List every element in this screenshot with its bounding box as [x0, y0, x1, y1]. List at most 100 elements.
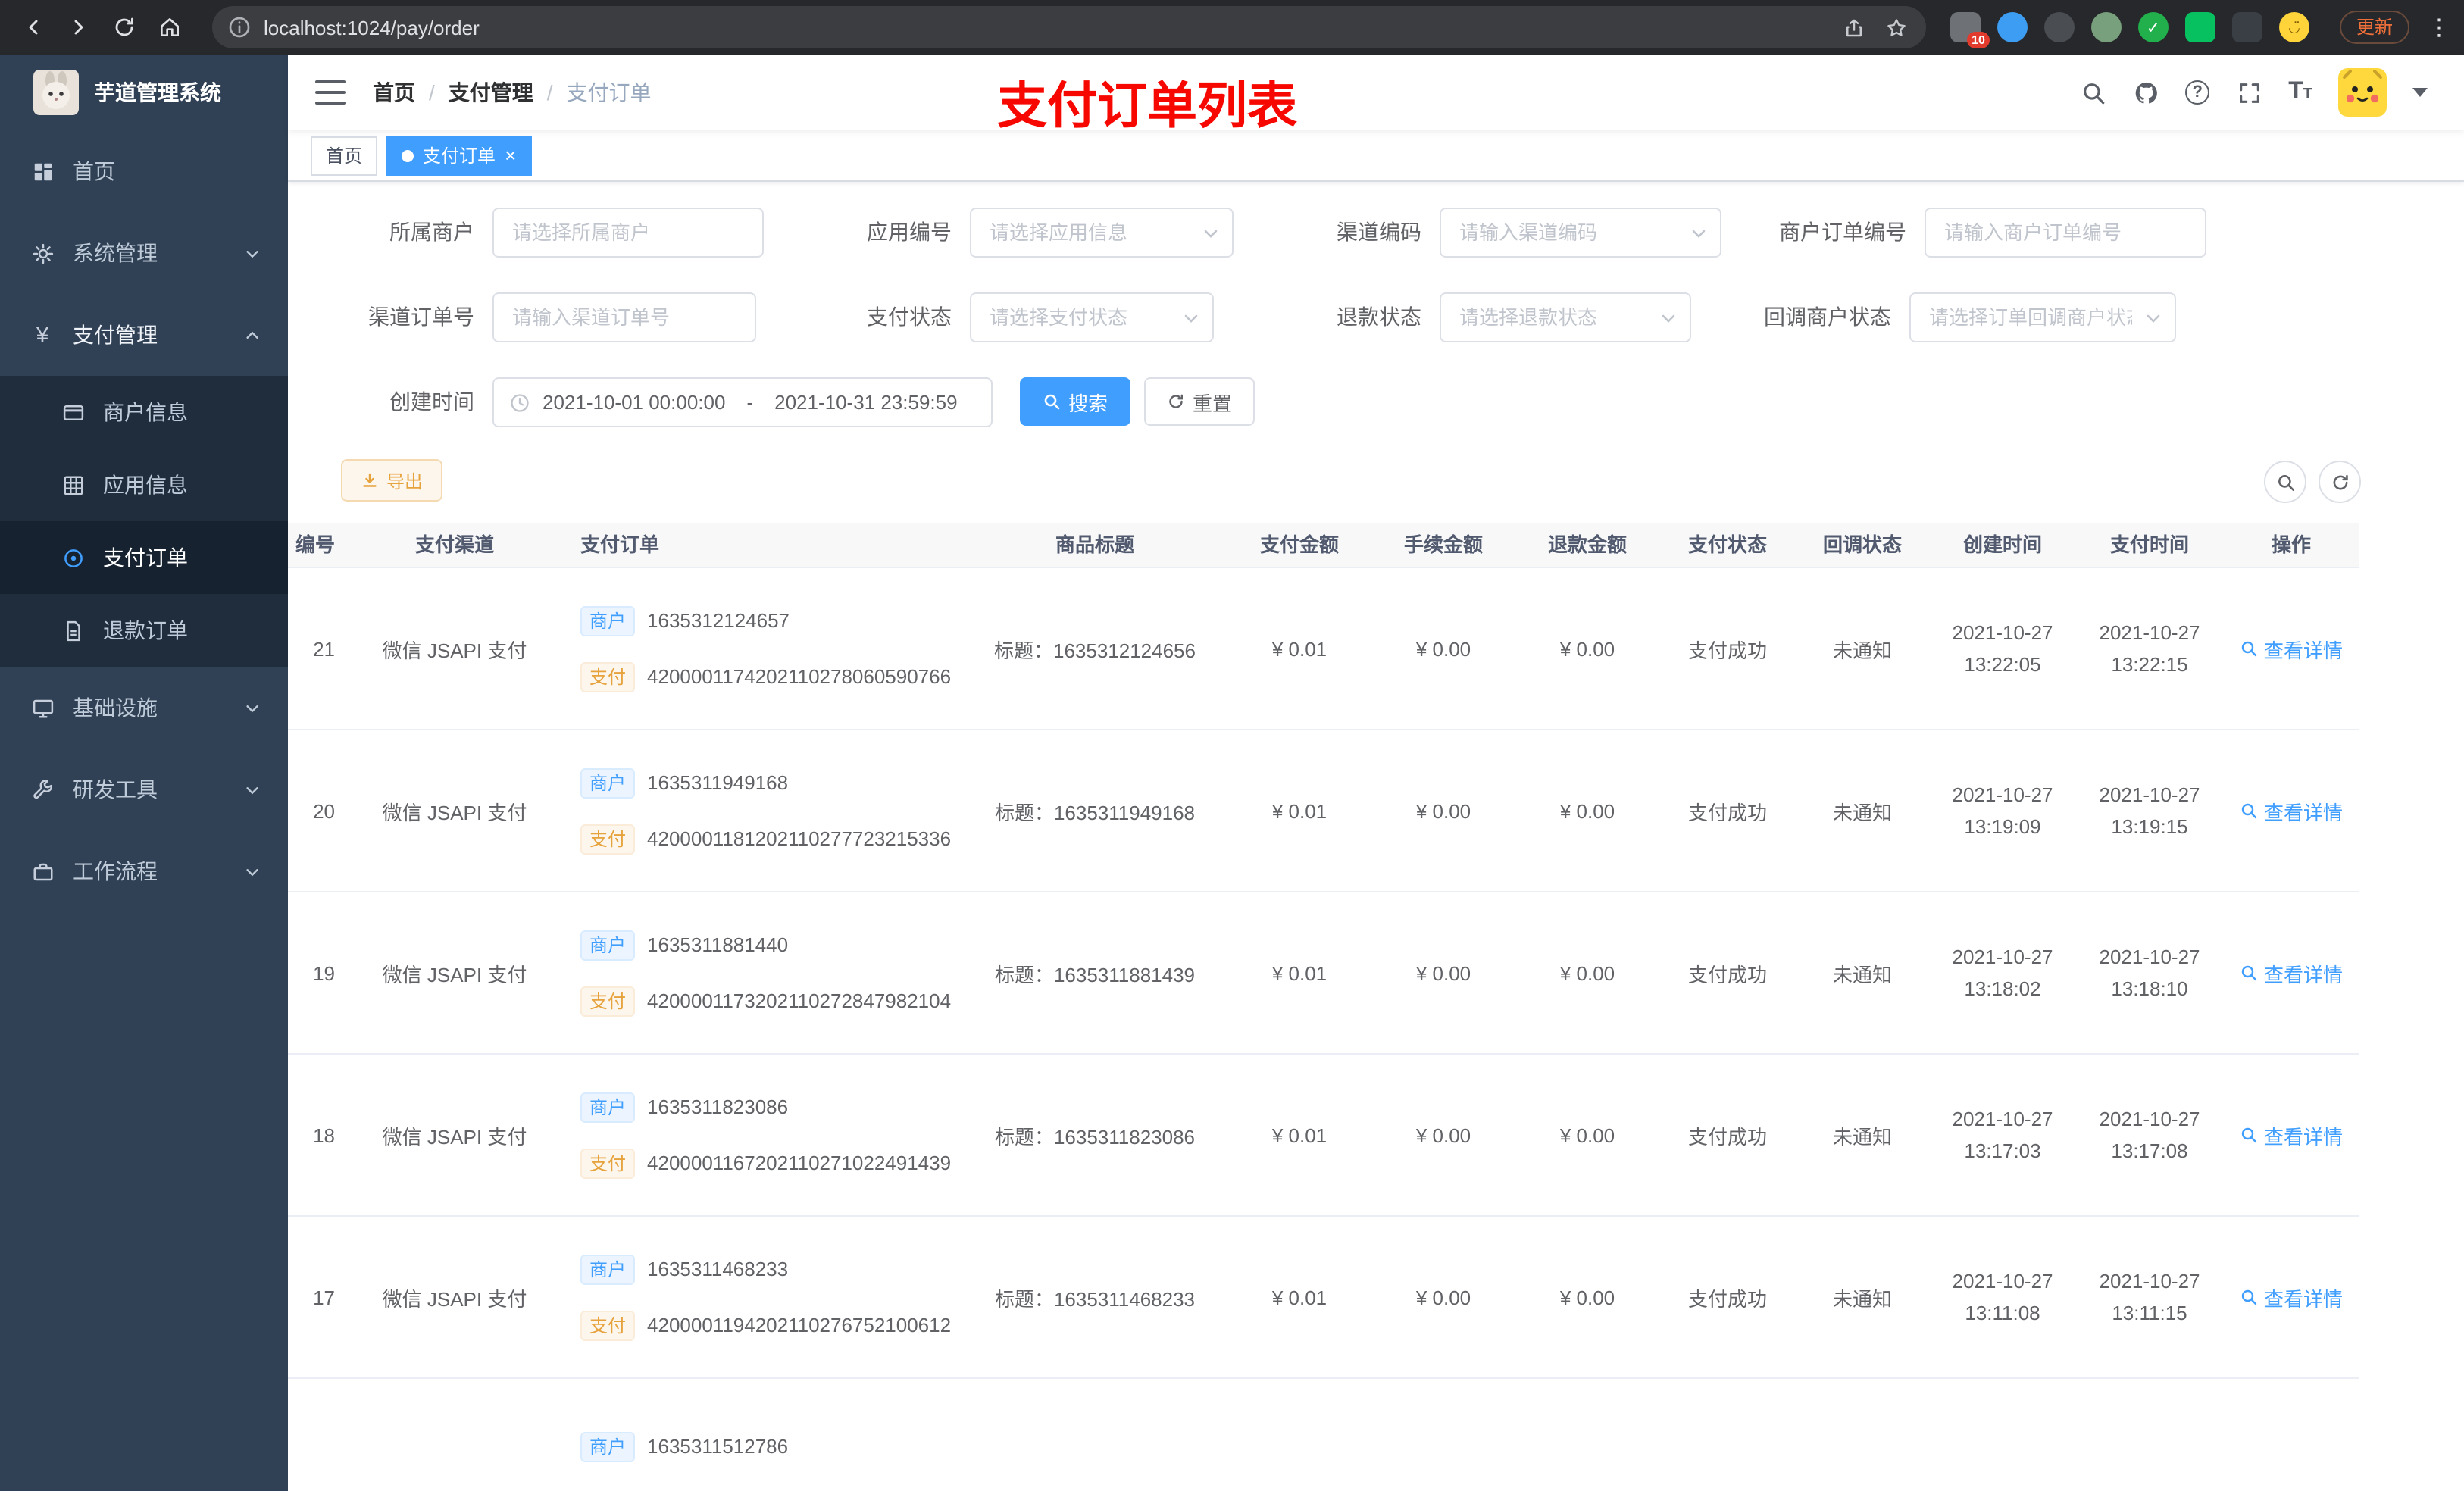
filter-label: 渠道编码 — [1337, 220, 1421, 244]
table-search-toggle-button[interactable] — [2264, 461, 2306, 503]
extension-icon-1[interactable]: 10 — [1950, 12, 1990, 48]
tab-home[interactable]: 首页 — [311, 136, 378, 175]
cell-pay-status: 支付成功 — [1687, 801, 1767, 824]
app-id-select[interactable] — [970, 208, 1234, 258]
tab-close-icon[interactable] — [505, 145, 516, 165]
extension-icon-4[interactable] — [2090, 12, 2122, 42]
refund-status-select-field[interactable] — [1440, 292, 1691, 342]
chevron-down-icon — [244, 781, 261, 798]
extension-icon-6[interactable] — [2184, 12, 2215, 42]
fullscreen-icon[interactable] — [2235, 79, 2262, 106]
cell-amount: ¥ 0.01 — [1271, 637, 1327, 660]
date-range-picker[interactable]: 2021-10-01 00:00:00 - 2021-10-31 23:59:5… — [492, 377, 993, 427]
search-icon[interactable] — [2079, 79, 2106, 106]
view-detail-link[interactable]: 查看详情 — [2240, 796, 2343, 825]
sidebar-item-infrastructure[interactable]: 基础设施 — [0, 667, 288, 749]
reset-button-label: 重置 — [1193, 392, 1233, 414]
cell-refund: ¥ 0.00 — [1559, 1286, 1615, 1308]
cell-title: 标题：1635312124656 — [994, 639, 1196, 661]
tab-pay-order[interactable]: 支付订单 — [386, 136, 532, 175]
pay-status-select-field[interactable] — [970, 292, 1214, 342]
table-row: 20 微信 JSAPI 支付 商户 1635311949168 支付 42000… — [288, 730, 2359, 892]
table-header-cell: 创建时间 — [1962, 533, 2042, 556]
cell-create-time: 2021-10-27 13:22:05 — [1952, 621, 2053, 676]
sidebar-item-pay-order[interactable]: 支付订单 — [0, 521, 288, 594]
cell-id: 21 — [313, 637, 335, 660]
share-icon[interactable] — [1841, 14, 1868, 41]
bookmark-star-icon[interactable] — [1884, 14, 1911, 41]
sidebar-item-payment[interactable]: ¥ 支付管理 — [0, 294, 288, 376]
export-button[interactable]: 导出 — [341, 459, 443, 502]
view-detail-link[interactable]: 查看详情 — [2240, 1121, 2343, 1149]
search-button[interactable]: 搜索 — [1020, 377, 1131, 426]
browser-update-button[interactable]: 更新 — [2339, 11, 2409, 44]
extensions-tray: 10 ✓ ◡̈ — [1950, 12, 2309, 48]
github-icon[interactable] — [2132, 79, 2159, 106]
cell-id: 20 — [313, 799, 335, 822]
cell-pay-order: 商户 1635311949168 支付 42000011812021102777… — [553, 767, 962, 854]
navbar-actions: ? TT — [2079, 68, 2428, 117]
extension-icon-5[interactable]: ✓ — [2137, 12, 2169, 42]
sidebar-item-refund-order[interactable]: 退款订单 — [0, 594, 288, 667]
app-id-select-field[interactable] — [970, 208, 1234, 258]
channel-order-no-field[interactable] — [492, 292, 756, 342]
extension-icon-8[interactable]: ◡̈ — [2278, 12, 2309, 42]
breadcrumb-pay-manage[interactable]: 支付管理 — [449, 77, 533, 108]
url-bar[interactable]: localhost:1024/pay/order — [212, 6, 1926, 48]
cell-notify-status: 未通知 — [1832, 801, 1892, 824]
merchant-input[interactable] — [492, 208, 764, 258]
view-detail-link[interactable]: 查看详情 — [2240, 958, 2343, 987]
extension-icon-7[interactable] — [2231, 12, 2262, 42]
browser-menu-icon[interactable]: ⋮ — [2428, 14, 2450, 41]
filter-notify-status: 回调商户状态 — [1728, 292, 2176, 342]
site-info-icon[interactable] — [227, 15, 252, 39]
filter-label: 渠道订单号 — [368, 305, 474, 329]
sidebar-logo[interactable]: 芋道管理系统 — [0, 55, 288, 130]
merchant-input-field[interactable] — [492, 208, 764, 258]
breadcrumb-home[interactable]: 首页 — [373, 77, 415, 108]
view-detail-link[interactable]: 查看详情 — [2240, 1283, 2343, 1311]
notify-status-select-field[interactable] — [1909, 292, 2176, 342]
channel-code-select-field[interactable] — [1440, 208, 1721, 258]
record-icon — [61, 545, 85, 570]
notify-status-select[interactable] — [1909, 292, 2176, 342]
extension-icon-2[interactable] — [1997, 12, 2028, 42]
sidebar-item-app-info[interactable]: 应用信息 — [0, 449, 288, 521]
sidebar: 芋道管理系统 首页 系统管理 ¥ 支付管理 商户信息 应用信息 支付订单 退款订… — [0, 55, 288, 1491]
sidebar-item-merchant-info[interactable]: 商户信息 — [0, 376, 288, 449]
hamburger-icon[interactable] — [315, 80, 346, 105]
refund-status-select[interactable] — [1440, 292, 1691, 342]
channel-order-no-input[interactable] — [492, 292, 756, 342]
extension-icon-3[interactable] — [2043, 12, 2075, 42]
table-refresh-button[interactable] — [2319, 461, 2361, 503]
cell-title: 标题：1635311949168 — [994, 801, 1196, 824]
filter-merchant: 所属商户 — [356, 208, 764, 258]
table-header-cell: 支付金额 — [1259, 533, 1339, 556]
chevron-down-icon[interactable] — [2412, 88, 2428, 97]
font-size-icon[interactable]: TT — [2288, 80, 2312, 105]
help-icon[interactable]: ? — [2185, 80, 2210, 105]
reset-button[interactable]: 重置 — [1144, 377, 1255, 426]
pay-status-select[interactable] — [970, 292, 1214, 342]
browser-forward-icon[interactable] — [61, 9, 97, 45]
sidebar-menu: 首页 系统管理 ¥ 支付管理 商户信息 应用信息 支付订单 退款订单 基础设施 … — [0, 130, 288, 912]
browser-back-icon[interactable] — [15, 9, 52, 45]
user-avatar[interactable] — [2338, 68, 2387, 117]
channel-code-select[interactable] — [1440, 208, 1721, 258]
browser-reload-icon[interactable] — [106, 9, 142, 45]
merchant-order-no-input[interactable] — [1925, 208, 2206, 258]
sidebar-item-dev-tools[interactable]: 研发工具 — [0, 749, 288, 830]
sidebar-item-label: 首页 — [73, 159, 115, 183]
browser-home-icon[interactable] — [152, 9, 188, 45]
sidebar-item-workflow[interactable]: 工作流程 — [0, 830, 288, 912]
chevron-up-icon — [244, 327, 261, 343]
cell-notify-status: 未通知 — [1832, 963, 1892, 986]
pay-tag: 支付 — [580, 1148, 636, 1178]
merchant-order-no-field[interactable] — [1925, 208, 2206, 258]
date-end[interactable]: 2021-10-31 23:59:59 — [774, 391, 957, 414]
view-detail-link[interactable]: 查看详情 — [2240, 634, 2343, 663]
sidebar-item-home[interactable]: 首页 — [0, 130, 288, 212]
date-start[interactable]: 2021-10-01 00:00:00 — [543, 391, 725, 414]
url-text[interactable]: localhost:1024/pay/order — [264, 16, 1826, 39]
sidebar-item-system[interactable]: 系统管理 — [0, 212, 288, 294]
